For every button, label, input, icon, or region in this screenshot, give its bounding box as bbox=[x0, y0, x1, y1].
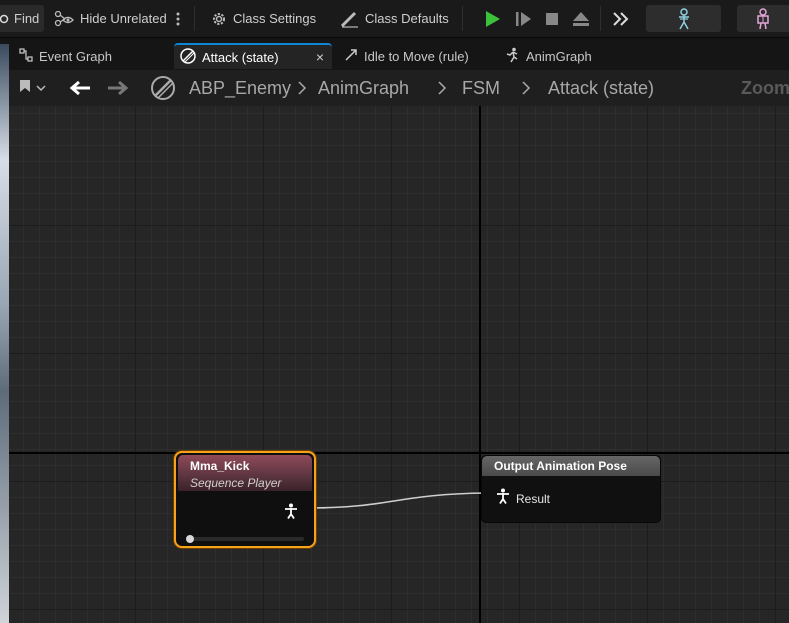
pose-output-pin-icon[interactable] bbox=[284, 503, 298, 524]
find-icon bbox=[0, 13, 10, 25]
class-settings-button[interactable]: Class Settings bbox=[210, 5, 316, 32]
playback-progress-bar[interactable] bbox=[186, 535, 304, 543]
breadcrumb: ABP_Enemy AnimGraph FSM Attack (state) Z… bbox=[9, 70, 789, 106]
toolbar-divider bbox=[600, 6, 601, 31]
close-icon[interactable]: × bbox=[316, 49, 332, 65]
transition-icon bbox=[344, 48, 358, 65]
toolbar-divider bbox=[462, 6, 463, 31]
breadcrumb-item-attack-state[interactable]: Attack (state) bbox=[548, 70, 654, 106]
eject-icon[interactable] bbox=[571, 5, 591, 32]
back-arrow-icon[interactable] bbox=[69, 70, 91, 106]
breadcrumb-item-abp-enemy[interactable]: ABP_Enemy bbox=[189, 70, 291, 106]
tab-idle-to-move-rule[interactable]: Idle to Move (rule) bbox=[338, 43, 498, 69]
anim-graph-canvas[interactable]: Mma_Kick Sequence Player Output Animatio… bbox=[9, 106, 789, 623]
node-subtitle: Sequence Player bbox=[190, 476, 282, 490]
state-icon bbox=[180, 47, 196, 67]
tab-animgraph[interactable]: AnimGraph bbox=[498, 43, 638, 69]
breadcrumb-item-animgraph[interactable]: AnimGraph bbox=[318, 70, 409, 106]
hide-unrelated-label: Hide Unrelated bbox=[80, 11, 167, 26]
mesh-figure-icon bbox=[754, 7, 772, 30]
class-settings-label: Class Settings bbox=[233, 11, 317, 26]
tab-label: Event Graph bbox=[39, 48, 112, 64]
tab-event-graph[interactable]: Event Graph bbox=[13, 43, 171, 69]
skeleton-icon bbox=[675, 7, 693, 30]
node-header: Output Animation Pose bbox=[482, 456, 660, 476]
class-defaults-button[interactable]: Class Defaults bbox=[340, 5, 449, 32]
node-title: Output Animation Pose bbox=[494, 459, 627, 473]
breadcrumb-separator-icon bbox=[437, 70, 447, 106]
hide-unrelated-button[interactable]: Hide Unrelated bbox=[54, 5, 167, 32]
mesh-mode-button[interactable] bbox=[737, 5, 789, 32]
zoom-level-label: Zoom bbox=[741, 77, 789, 98]
editor-toolbar: Find Hide Unrelated Class Settings Class… bbox=[0, 0, 789, 38]
output-animation-pose-node[interactable]: Output Animation Pose Result bbox=[481, 455, 661, 523]
result-input-pin[interactable]: Result bbox=[496, 488, 550, 509]
class-defaults-label: Class Defaults bbox=[365, 11, 449, 26]
gear-icon bbox=[210, 10, 228, 28]
pin-label: Result bbox=[516, 491, 551, 506]
tab-label: Attack (state) bbox=[202, 49, 279, 65]
node-header: Mma_Kick Sequence Player bbox=[178, 455, 312, 491]
bookmark-dropdown-button[interactable] bbox=[19, 70, 46, 106]
tab-label: AnimGraph bbox=[526, 48, 592, 64]
sequence-player-node[interactable]: Mma_Kick Sequence Player bbox=[174, 451, 316, 548]
tab-label: Idle to Move (rule) bbox=[364, 48, 469, 64]
play-icon[interactable] bbox=[483, 5, 501, 32]
graph-icon bbox=[19, 47, 33, 65]
breadcrumb-separator-icon bbox=[521, 70, 531, 106]
forward-arrow-icon[interactable] bbox=[107, 70, 129, 106]
tab-attack-state[interactable]: Attack (state) × bbox=[174, 43, 332, 69]
pose-connection-wire[interactable] bbox=[9, 106, 789, 623]
breadcrumb-item-fsm[interactable]: FSM bbox=[462, 70, 500, 106]
running-figure-icon bbox=[504, 47, 520, 66]
graph-tab-bar: Event Graph Attack (state) × Idle to Mov… bbox=[0, 40, 789, 70]
find-label: Find bbox=[14, 11, 40, 26]
playback-scrub-knob[interactable] bbox=[186, 535, 194, 543]
chevron-double-right-icon[interactable] bbox=[612, 5, 630, 32]
stop-icon[interactable] bbox=[544, 5, 560, 32]
node-title: Mma_Kick bbox=[190, 459, 250, 473]
breadcrumb-separator-icon bbox=[297, 70, 307, 106]
step-forward-icon[interactable] bbox=[514, 5, 532, 32]
find-button[interactable]: Find bbox=[0, 5, 44, 32]
toolbar-options-kebab-icon[interactable] bbox=[173, 5, 183, 32]
viewport-preview-strip bbox=[0, 44, 9, 623]
bookmark-icon bbox=[19, 79, 31, 98]
state-machine-icon bbox=[150, 70, 176, 106]
chevron-down-icon bbox=[36, 79, 46, 97]
toolbar-divider bbox=[194, 6, 195, 31]
skeleton-mode-button[interactable] bbox=[646, 5, 721, 32]
class-defaults-icon bbox=[340, 10, 360, 28]
pose-input-pin-icon bbox=[496, 488, 510, 509]
hide-unrelated-icon bbox=[54, 10, 74, 28]
